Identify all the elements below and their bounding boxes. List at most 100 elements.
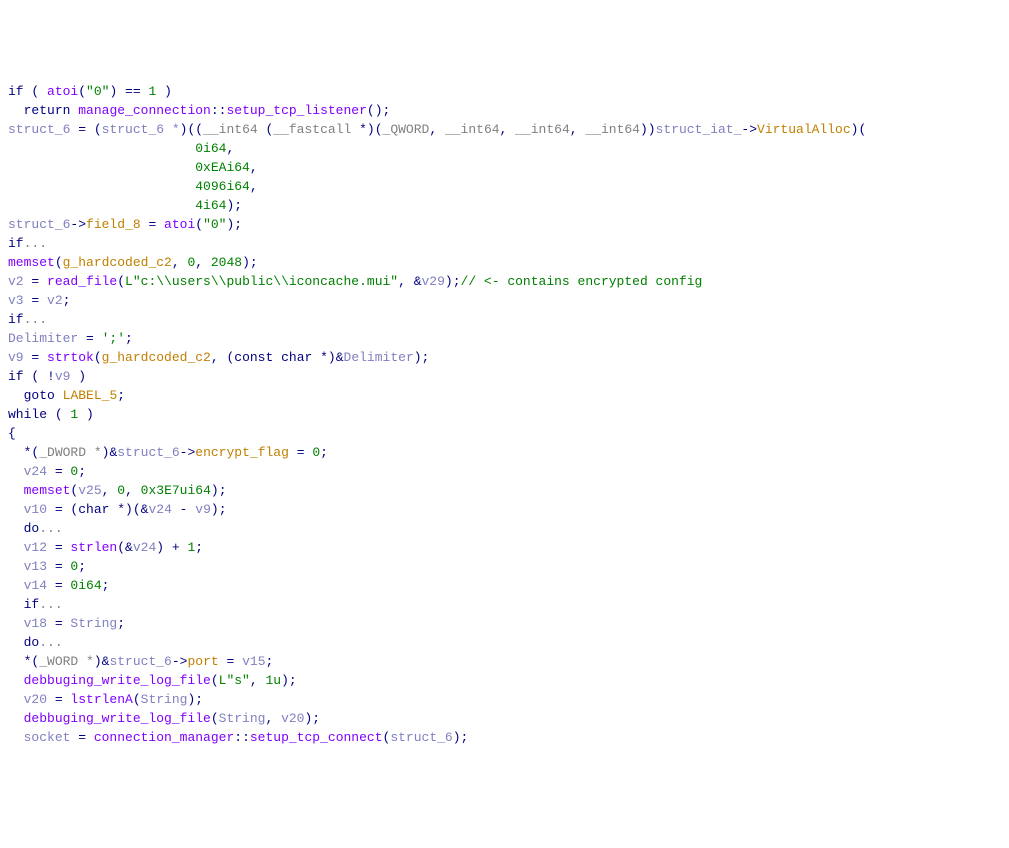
code-token: ); — [281, 673, 297, 688]
code-line: struct_6->field_8 = atoi("0"); — [8, 217, 242, 232]
code-token: = — [24, 274, 47, 289]
code-line: if ( atoi("0") == 1 ) — [8, 84, 172, 99]
code-line: v13 = 0; — [8, 559, 86, 574]
code-token: memset — [24, 483, 71, 498]
code-token: String — [70, 616, 117, 631]
code-token: , — [250, 179, 258, 194]
code-token: v15 — [242, 654, 265, 669]
code-token: ... — [39, 597, 62, 612]
code-token — [8, 540, 24, 555]
code-token — [8, 616, 24, 631]
code-line: socket = connection_manager::setup_tcp_c… — [8, 730, 468, 745]
code-token: char — [78, 502, 109, 517]
code-token: ; — [266, 654, 274, 669]
code-token: ); — [211, 483, 227, 498]
code-token: = — [47, 578, 70, 593]
code-token: strlen — [70, 540, 117, 555]
code-token: *)(& — [109, 502, 148, 517]
code-line: *(_WORD *)&struct_6->port = v15; — [8, 654, 273, 669]
code-token: 0xEAi64 — [195, 160, 250, 175]
code-token — [8, 388, 24, 403]
code-line: debbuging_write_log_file(String, v20); — [8, 711, 320, 726]
code-token: :: — [234, 730, 250, 745]
code-line: v14 = 0i64; — [8, 578, 109, 593]
code-token: read_file — [47, 274, 117, 289]
code-token: = ( — [70, 122, 101, 137]
code-token: *( — [8, 654, 39, 669]
code-token: struct_6 — [390, 730, 452, 745]
code-line: debbuging_write_log_file(L"s", 1u); — [8, 673, 297, 688]
code-line: return manage_connection::setup_tcp_list… — [8, 103, 390, 118]
code-token: __int64 — [585, 122, 640, 137]
code-token: ... — [24, 236, 47, 251]
code-token: v24 — [148, 502, 171, 517]
code-token: ; — [320, 445, 328, 460]
code-token: L"c:\\users\\public\\iconcache.mui" — [125, 274, 398, 289]
code-line: while ( 1 ) — [8, 407, 94, 422]
code-token: do — [24, 521, 40, 536]
code-token: { — [8, 426, 16, 441]
code-token: 0x3E7ui64 — [141, 483, 211, 498]
code-token: v13 — [24, 559, 47, 574]
code-token: encrypt_flag — [195, 445, 289, 460]
code-token: _QWORD — [383, 122, 430, 137]
code-token: ; — [102, 578, 110, 593]
code-token: = — [141, 217, 164, 232]
code-token: v2 — [47, 293, 63, 308]
code-token: while — [8, 407, 47, 422]
code-token: if — [24, 597, 40, 612]
code-token — [8, 730, 24, 745]
code-token — [8, 141, 195, 156]
code-token: ; — [195, 540, 203, 555]
code-token: ( — [211, 711, 219, 726]
code-token: , — [429, 122, 445, 137]
code-token: , — [195, 255, 211, 270]
code-token: ); — [445, 274, 461, 289]
code-token: ( — [24, 84, 47, 99]
code-token — [55, 388, 63, 403]
code-token: ) + — [156, 540, 187, 555]
code-token: = — [289, 445, 312, 460]
code-token: L"s" — [219, 673, 250, 688]
code-token: debbuging_write_log_file — [24, 673, 211, 688]
code-token — [8, 179, 195, 194]
code-token: ( — [133, 692, 141, 707]
code-token: , — [102, 483, 118, 498]
code-token: ( — [117, 274, 125, 289]
code-token: = ( — [47, 502, 78, 517]
code-token: ... — [39, 635, 62, 650]
code-token: *( — [8, 445, 39, 460]
code-token: char — [281, 350, 312, 365]
code-token: (& — [117, 540, 133, 555]
code-token: lstrlenA — [70, 692, 132, 707]
code-token: memset — [8, 255, 55, 270]
code-token: = — [47, 464, 70, 479]
code-token: port — [187, 654, 218, 669]
code-line: if ( !v9 ) — [8, 369, 86, 384]
code-token: = — [47, 616, 70, 631]
code-token: String — [219, 711, 266, 726]
code-token: -> — [172, 654, 188, 669]
code-token: v25 — [78, 483, 101, 498]
code-token: v10 — [24, 502, 47, 517]
code-token — [8, 711, 24, 726]
decompiled-code-block: if ( atoi("0") == 1 ) return manage_conn… — [8, 82, 1001, 747]
code-token: -> — [180, 445, 196, 460]
code-line: v3 = v2; — [8, 293, 70, 308]
code-token: :: — [211, 103, 227, 118]
code-token: struct_6 — [8, 122, 70, 137]
code-token: ); — [453, 730, 469, 745]
code-token: return — [24, 103, 71, 118]
code-line: if... — [8, 236, 47, 251]
code-line: 0xEAi64, — [8, 160, 258, 175]
code-line: memset(v25, 0, 0x3E7ui64); — [8, 483, 227, 498]
code-token: v9 — [8, 350, 24, 365]
code-token: , — [265, 711, 281, 726]
code-token: ... — [24, 312, 47, 327]
code-line: 4096i64, — [8, 179, 258, 194]
code-token: (); — [367, 103, 390, 118]
code-token: __int64 — [445, 122, 500, 137]
code-token: VirtualAlloc — [757, 122, 851, 137]
code-token: -> — [70, 217, 86, 232]
code-token: v3 — [8, 293, 24, 308]
